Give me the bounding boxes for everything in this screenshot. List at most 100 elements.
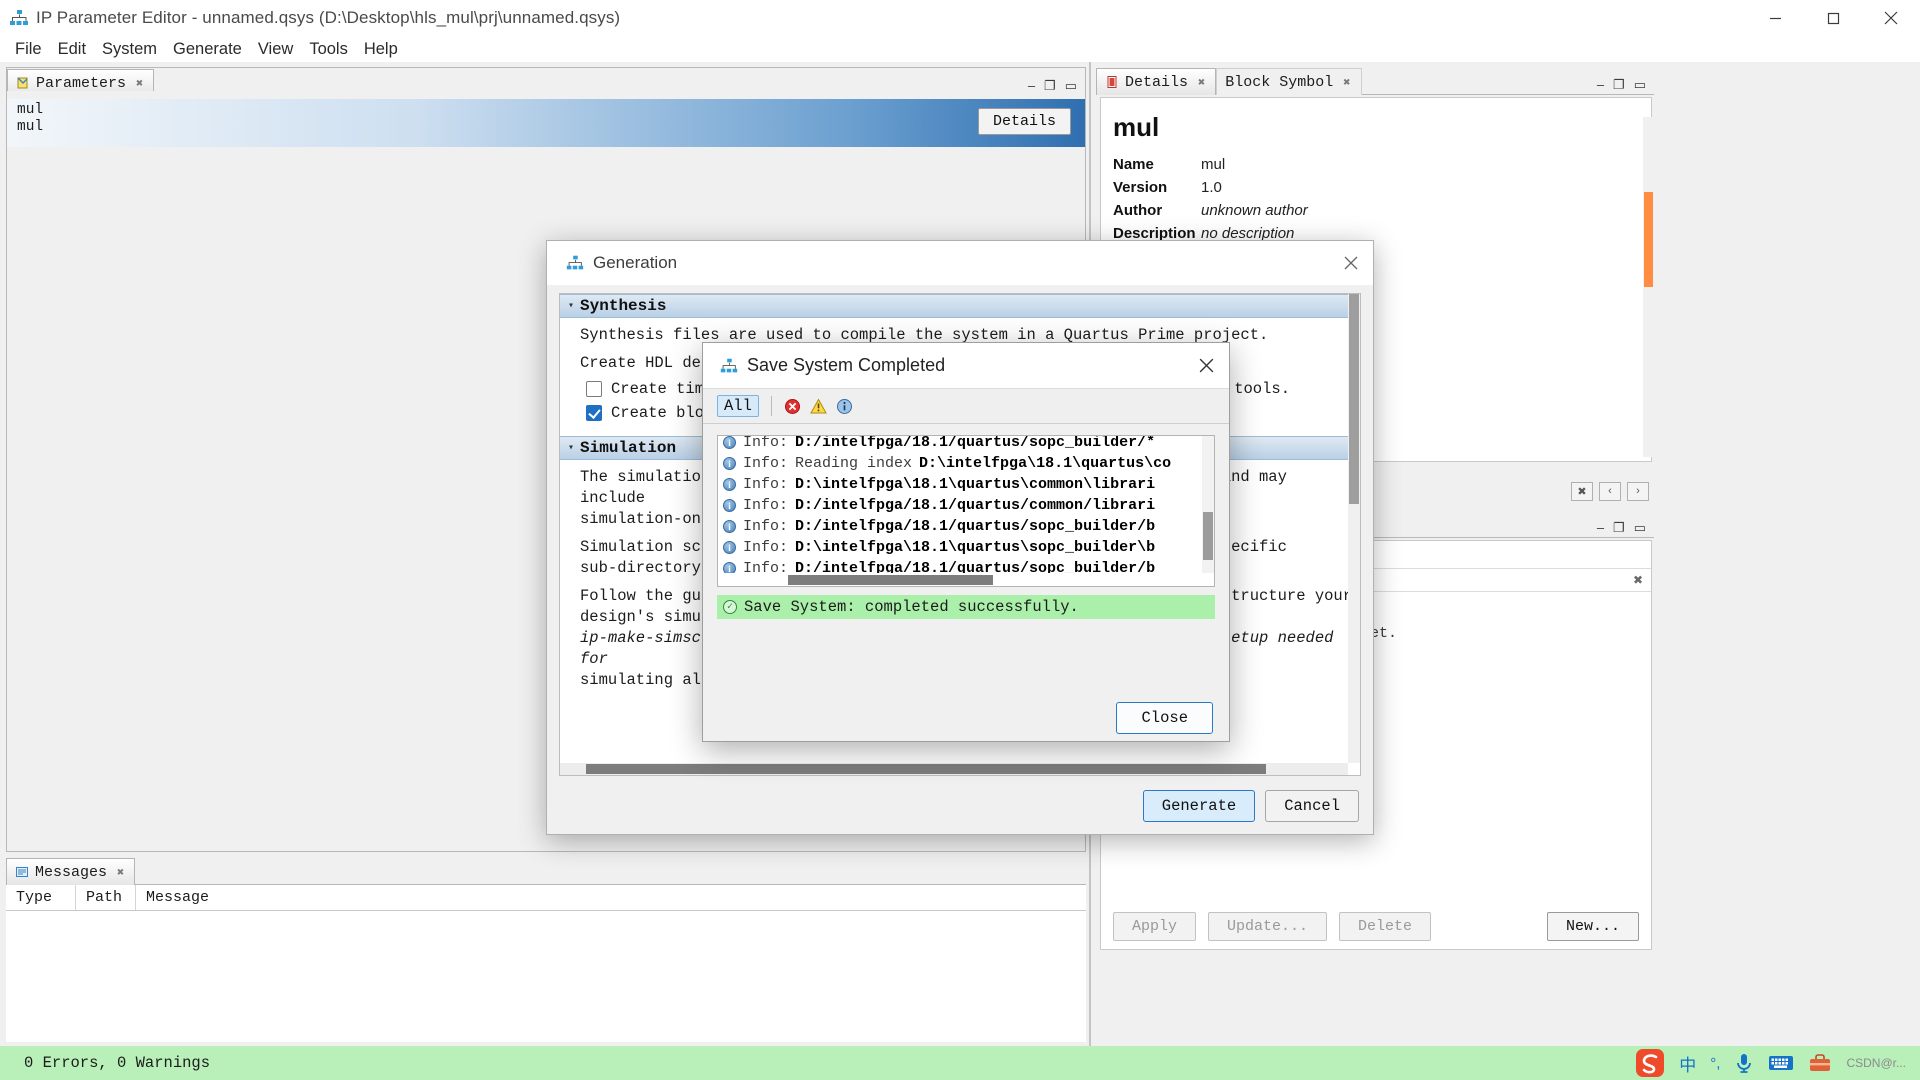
minimize-button[interactable] bbox=[1746, 0, 1804, 36]
presets-panel-controls: – ❐ ▭ bbox=[1597, 521, 1654, 537]
messages-column-path[interactable]: Path bbox=[76, 885, 136, 910]
error-icon[interactable] bbox=[784, 398, 801, 415]
tab-block-symbol-close-icon[interactable]: ✖ bbox=[1343, 75, 1350, 90]
menu-item-help[interactable]: Help bbox=[356, 36, 406, 62]
details-minimize-icon[interactable]: – bbox=[1597, 78, 1604, 91]
tab-messages[interactable]: Messages ✖ bbox=[6, 858, 135, 885]
ime-punctuation-icon[interactable]: °, bbox=[1710, 1055, 1720, 1072]
ime-chinese-icon[interactable]: 中 bbox=[1679, 1051, 1696, 1076]
create-timing-estimates-checkbox[interactable] bbox=[586, 381, 602, 397]
statusbar: 0 Errors, 0 Warnings 中 °, bbox=[0, 1046, 1920, 1080]
info-icon[interactable] bbox=[836, 398, 853, 415]
generation-horizontal-scrollbar-thumb[interactable] bbox=[586, 764, 1266, 774]
tab-parameters-close-icon[interactable]: ✖ bbox=[136, 76, 143, 91]
microphone-icon[interactable] bbox=[1734, 1052, 1754, 1074]
messages-column-type[interactable]: Type bbox=[6, 885, 76, 910]
parameters-icon bbox=[16, 76, 30, 90]
tab-block-symbol[interactable]: Block Symbol ✖ bbox=[1216, 68, 1361, 95]
log-path: D:\intelfpga\18.1\quartus\sopc_builder\b bbox=[795, 539, 1155, 556]
messages-column-message[interactable]: Message bbox=[136, 885, 1086, 910]
log-vertical-scrollbar-thumb[interactable] bbox=[1203, 512, 1213, 560]
presets-minimize-icon[interactable]: – bbox=[1597, 521, 1604, 534]
strip-close-icon[interactable]: ✖ bbox=[1571, 482, 1593, 501]
warning-icon[interactable] bbox=[810, 398, 827, 415]
details-key: Version bbox=[1113, 179, 1201, 196]
log-row[interactable]: i Info: D:\intelfpga\18.1\quartus\sopc_b… bbox=[718, 537, 1214, 558]
keyboard-icon[interactable] bbox=[1768, 1054, 1794, 1072]
section-header-synthesis[interactable]: ▾ Synthesis bbox=[560, 294, 1360, 318]
apply-button[interactable]: Apply bbox=[1113, 912, 1196, 941]
details-row-author: Author unknown author bbox=[1101, 199, 1651, 222]
save-dialog-close-icon[interactable] bbox=[1183, 343, 1229, 388]
create-block-symbol-checkbox[interactable] bbox=[586, 405, 602, 421]
close-dialog-button[interactable]: Close bbox=[1116, 702, 1213, 734]
messages-icon bbox=[15, 865, 29, 879]
toolbox-icon[interactable] bbox=[1808, 1053, 1832, 1073]
tab-details[interactable]: Details ✖ bbox=[1096, 68, 1216, 95]
log-horizontal-scrollbar[interactable] bbox=[718, 573, 1202, 586]
log-row[interactable]: i Info: D:\intelfpga\18.1\quartus\common… bbox=[718, 474, 1214, 495]
generation-dialog-button-row: Generate Cancel bbox=[1143, 790, 1359, 822]
window-titlebar: IP Parameter Editor - unnamed.qsys (D:\D… bbox=[0, 0, 1920, 36]
menu-item-edit[interactable]: Edit bbox=[50, 36, 94, 62]
tab-messages-close-icon[interactable]: ✖ bbox=[117, 865, 124, 880]
save-status-banner: ✓ Save System: completed successfully. bbox=[717, 595, 1215, 619]
tab-messages-label: Messages bbox=[35, 864, 107, 881]
sogou-logo-icon[interactable] bbox=[1635, 1048, 1665, 1078]
close-button[interactable] bbox=[1862, 0, 1920, 36]
window-title: IP Parameter Editor - unnamed.qsys (D:\D… bbox=[36, 8, 620, 28]
details-heading: mul bbox=[1101, 98, 1651, 153]
success-icon: ✓ bbox=[723, 600, 737, 614]
system-tray: 中 °, bbox=[1635, 1046, 1920, 1080]
details-icon bbox=[1105, 75, 1119, 89]
filter-all-button[interactable]: All bbox=[717, 395, 759, 417]
tab-details-close-icon[interactable]: ✖ bbox=[1198, 75, 1205, 90]
log-path: D:/intelfpga/18.1/quartus/sopc_builder/* bbox=[795, 435, 1155, 451]
generation-vertical-scrollbar-thumb[interactable] bbox=[1349, 294, 1359, 504]
menu-item-file[interactable]: File bbox=[7, 36, 50, 62]
details-scrollbar[interactable] bbox=[1643, 117, 1654, 457]
update-button[interactable]: Update... bbox=[1208, 912, 1327, 941]
qsys-icon bbox=[565, 253, 585, 273]
save-dialog-log-list[interactable]: i Info: D:/intelfpga/18.1/quartus/sopc_b… bbox=[717, 435, 1215, 587]
maximize-button[interactable] bbox=[1804, 0, 1862, 36]
log-message: Reading index bbox=[795, 455, 912, 472]
messages-tabbar: Messages ✖ bbox=[6, 857, 1086, 885]
generation-horizontal-scrollbar[interactable] bbox=[560, 763, 1348, 775]
details-key: Name bbox=[1113, 156, 1201, 173]
strip-next-icon[interactable]: › bbox=[1627, 482, 1649, 501]
new-preset-button[interactable]: New... bbox=[1547, 912, 1639, 941]
info-icon: i bbox=[723, 541, 736, 554]
presets-restore-icon[interactable]: ❐ bbox=[1613, 521, 1625, 534]
strip-prev-icon[interactable]: ‹ bbox=[1599, 482, 1621, 501]
generation-vertical-scrollbar[interactable] bbox=[1348, 294, 1360, 763]
details-button[interactable]: Details bbox=[978, 108, 1071, 135]
presets-filter-close-icon[interactable]: ✖ bbox=[1633, 573, 1643, 587]
save-dialog-toolbar: All bbox=[703, 388, 1229, 424]
presets-maximize-icon[interactable]: ▭ bbox=[1634, 521, 1646, 534]
menu-item-system[interactable]: System bbox=[94, 36, 165, 62]
log-label: Info: bbox=[743, 539, 788, 556]
qsys-icon bbox=[719, 356, 739, 376]
cancel-button[interactable]: Cancel bbox=[1265, 790, 1359, 822]
details-restore-icon[interactable]: ❐ bbox=[1613, 78, 1625, 91]
log-row[interactable]: i Info: Reading index D:\intelfpga\18.1\… bbox=[718, 453, 1214, 474]
details-scrollbar-thumb[interactable] bbox=[1644, 192, 1653, 287]
menu-item-view[interactable]: View bbox=[250, 36, 301, 62]
menu-item-tools[interactable]: Tools bbox=[301, 36, 356, 62]
details-maximize-icon[interactable]: ▭ bbox=[1634, 78, 1646, 91]
details-tabbar: Details ✖ Block Symbol ✖ – ❐ ▭ bbox=[1096, 67, 1654, 95]
chevron-down-icon[interactable]: ▾ bbox=[568, 442, 574, 454]
log-row[interactable]: i Info: D:/intelfpga/18.1/quartus/sopc_b… bbox=[718, 435, 1214, 453]
log-row[interactable]: i Info: D:/intelfpga/18.1/quartus/common… bbox=[718, 495, 1214, 516]
log-row[interactable]: i Info: D:/intelfpga/18.1/quartus/sopc_b… bbox=[718, 516, 1214, 537]
chevron-down-icon[interactable]: ▾ bbox=[568, 300, 574, 312]
info-icon: i bbox=[723, 520, 736, 533]
log-horizontal-scrollbar-thumb[interactable] bbox=[788, 575, 993, 585]
delete-button[interactable]: Delete bbox=[1339, 912, 1431, 941]
menu-item-generate[interactable]: Generate bbox=[165, 36, 250, 62]
generation-dialog-close-icon[interactable] bbox=[1329, 241, 1373, 285]
log-vertical-scrollbar[interactable] bbox=[1202, 436, 1214, 573]
watermark: CSDN@r... bbox=[1846, 1056, 1906, 1070]
generate-button[interactable]: Generate bbox=[1143, 790, 1255, 822]
